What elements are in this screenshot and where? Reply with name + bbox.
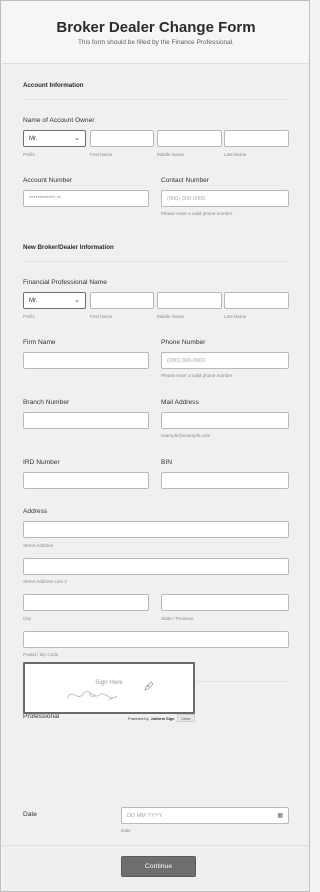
contact-number-input[interactable]: (000) 000-0000: [161, 190, 289, 207]
date-placeholder: DD MM YYYY: [127, 812, 163, 819]
owner-last-name-input[interactable]: [224, 130, 289, 147]
city-input[interactable]: [23, 594, 149, 611]
signature-scribble-icon: [66, 691, 118, 701]
account-owner-label: Name of Account Owner: [23, 117, 95, 124]
section-broker-dealer-information: New Broker/Dealer Information: [23, 244, 114, 251]
date-input[interactable]: DD MM YYYY ▦: [121, 807, 289, 824]
fp-first-name-input[interactable]: [90, 292, 154, 309]
date-label: Date: [23, 811, 37, 818]
fp-last-name-sublabel: Last Name: [224, 314, 247, 319]
account-number-input[interactable]: ************.**: [23, 190, 149, 207]
mail-address-label: Mail Address: [161, 399, 199, 406]
postal-code-input[interactable]: [23, 631, 289, 648]
fp-middle-name-input[interactable]: [157, 292, 222, 309]
form-window: Broker Dealer Change Form This form shou…: [0, 0, 310, 892]
street-address-input[interactable]: [23, 521, 289, 538]
phone-number-label: Phone Number: [161, 339, 206, 346]
fp-prefix-select[interactable]: Mr. ⌄: [23, 292, 86, 309]
branch-number-label: Branch Number: [23, 399, 70, 406]
firm-name-label: Firm Name: [23, 339, 56, 346]
clear-signature-button[interactable]: Clear: [177, 714, 195, 722]
address-label: Address: [23, 508, 48, 515]
mail-address-hint: example@example.com: [161, 433, 211, 438]
calendar-icon[interactable]: ▦: [277, 812, 283, 819]
fp-prefix-sublabel: Prefix: [23, 314, 35, 319]
state-province-input[interactable]: [161, 594, 289, 611]
owner-middle-name-input[interactable]: [157, 130, 222, 147]
owner-prefix-select[interactable]: Mr. ⌄: [23, 130, 86, 147]
contact-number-hint: Please enter a valid phone number.: [161, 211, 234, 216]
powered-by: Powered by Jotform Sign: [128, 716, 175, 721]
contact-number-label: Contact Number: [161, 177, 210, 184]
form-body: Account Information Name of Account Owne…: [2, 65, 309, 845]
section-divider: [24, 99, 290, 100]
mail-address-input[interactable]: [161, 412, 289, 429]
bin-input[interactable]: [161, 472, 289, 489]
ird-number-label: IRD Number: [23, 459, 60, 466]
owner-last-name-sublabel: Last Name: [224, 152, 247, 157]
street-address-sublabel: Street Address: [23, 543, 54, 548]
branch-number-input[interactable]: [23, 412, 149, 429]
pen-icon: [144, 681, 154, 691]
postal-code-sublabel: Postal / Zip Code: [23, 652, 59, 657]
chevron-down-icon: ⌄: [74, 297, 80, 304]
ird-number-input[interactable]: [23, 472, 149, 489]
signature-pad[interactable]: Sign Here: [23, 662, 195, 714]
fp-name-label: Financial Professional Name: [23, 279, 107, 286]
owner-middle-name-sublabel: Middle Name: [157, 152, 185, 157]
form-footer: Continue: [2, 845, 309, 891]
account-number-label: Account Number: [23, 177, 73, 184]
fp-first-name-sublabel: First Name: [90, 314, 113, 319]
section-account-information: Account Information: [23, 82, 84, 89]
section-divider: [24, 261, 290, 262]
city-sublabel: City: [23, 616, 31, 621]
bin-label: BIN: [161, 459, 172, 466]
phone-number-hint: Please enter a valid phone number.: [161, 373, 234, 378]
fp-last-name-input[interactable]: [224, 292, 289, 309]
form-header: Broker Dealer Change Form This form shou…: [2, 2, 309, 64]
owner-first-name-sublabel: First Name: [90, 152, 113, 157]
form-title: Broker Dealer Change Form: [56, 19, 256, 36]
fp-prefix-value: Mr.: [29, 297, 38, 304]
fp-middle-name-sublabel: Middle Name: [157, 314, 185, 319]
street-address-line2-sublabel: Street Address Line 2: [23, 579, 67, 584]
date-sublabel: Date: [121, 828, 131, 833]
street-address-line2-input[interactable]: [23, 558, 289, 575]
form-subtitle: This form should be filled by the Financ…: [77, 39, 235, 46]
continue-button[interactable]: Continue: [121, 856, 196, 877]
phone-number-input[interactable]: (000) 000-0000: [161, 352, 289, 369]
state-province-sublabel: State / Province: [161, 616, 194, 621]
firm-name-input[interactable]: [23, 352, 149, 369]
owner-prefix-value: Mr.: [29, 135, 38, 142]
owner-first-name-input[interactable]: [90, 130, 154, 147]
powered-by-text: Powered by: [128, 716, 149, 721]
owner-prefix-sublabel: Prefix: [23, 152, 35, 157]
chevron-down-icon: ⌄: [74, 135, 80, 142]
powered-by-brand: Jotform Sign: [150, 716, 175, 721]
